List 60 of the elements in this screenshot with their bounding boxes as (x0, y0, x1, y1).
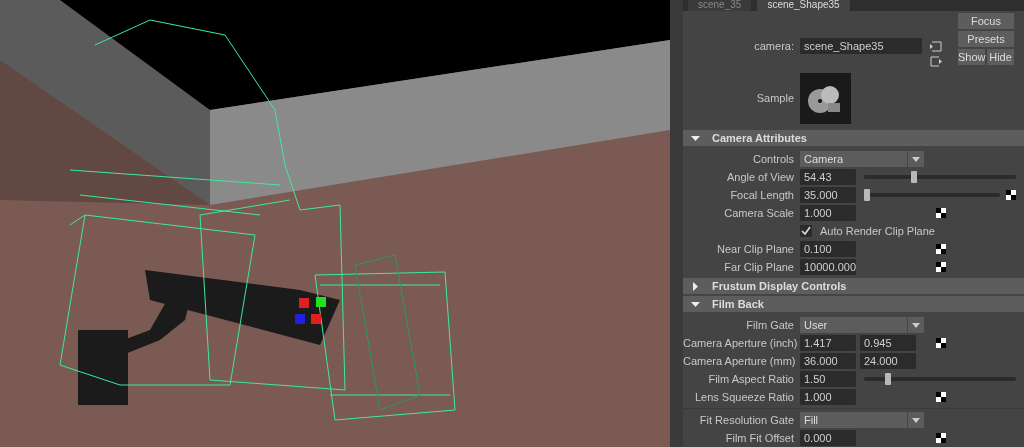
field-label: Camera Aperture (mm) (683, 353, 797, 369)
field-label: Lens Squeeze Ratio (693, 389, 795, 405)
number-field[interactable]: 0.100 (800, 241, 856, 257)
number-field[interactable]: 35.000 (800, 187, 856, 203)
field-label: Film Aspect Ratio (707, 371, 795, 387)
dropdown[interactable]: User (800, 317, 924, 333)
field-label: Near Clip Plane (715, 241, 795, 257)
number-field[interactable]: 0.945 (860, 335, 916, 351)
dropdown[interactable]: Camera (800, 151, 924, 167)
number-field[interactable]: 54.43 (800, 169, 856, 185)
section-header[interactable]: Camera Attributes (683, 130, 1024, 146)
section-header[interactable]: Film Back (683, 296, 1024, 312)
checker-map-icon[interactable] (936, 262, 946, 272)
field-label: Focal Length (729, 187, 795, 203)
number-field[interactable]: 10000.000 (800, 259, 856, 275)
number-field[interactable]: 0.000 (800, 430, 856, 446)
camera-field[interactable]: scene_Shape35 (800, 38, 922, 55)
sample-label: Sample (755, 91, 795, 107)
field-label: Film Fit Offset (724, 430, 795, 446)
slider-handle[interactable] (911, 171, 918, 183)
field-label: Fit Resolution Gate (698, 412, 795, 428)
number-field[interactable]: 1.417 (800, 335, 856, 351)
number-field[interactable]: 1.50 (800, 371, 856, 387)
checkbox-label: Auto Render Clip Plane (820, 223, 935, 239)
panel-button[interactable]: Show (958, 49, 985, 66)
field-label: Controls (752, 151, 795, 167)
checker-map-icon[interactable] (936, 433, 946, 443)
camera-label: camera: (753, 39, 795, 55)
field-label: Angle of View (725, 169, 795, 185)
section-title: Frustum Display Controls (712, 278, 847, 294)
number-field[interactable]: 1.000 (800, 205, 856, 221)
checkbox[interactable] (800, 225, 812, 237)
caret-icon (912, 417, 920, 423)
caret-icon (912, 322, 920, 328)
caret-icon (912, 156, 920, 162)
field-label: Camera Aperture (inch) (683, 335, 799, 351)
checker-map-icon[interactable] (936, 208, 946, 218)
field-label: Far Clip Plane (723, 259, 795, 275)
number-field[interactable]: 1.000 (800, 389, 856, 405)
checker-map-icon[interactable] (936, 392, 946, 402)
input-connection-icon[interactable] (930, 41, 942, 53)
field-label: Camera Scale (723, 205, 795, 221)
field-label: Film Gate (745, 317, 795, 333)
dropdown[interactable]: Fill (800, 412, 924, 428)
panel-button[interactable]: Focus (958, 13, 1014, 30)
section-title: Film Back (712, 296, 764, 312)
slider-handle[interactable] (863, 189, 870, 201)
checker-map-icon[interactable] (936, 338, 946, 348)
tab[interactable]: scene_Shape35 (757, 0, 850, 12)
panel-button[interactable]: Hide (987, 49, 1014, 66)
number-field[interactable]: 24.000 (860, 353, 916, 369)
panel-button[interactable]: Presets (958, 31, 1014, 48)
section-title: Camera Attributes (712, 130, 807, 146)
number-field[interactable]: 36.000 (800, 353, 856, 369)
camera-preview-icon (800, 72, 851, 124)
slider-handle[interactable] (885, 373, 892, 385)
checker-map-icon[interactable] (936, 244, 946, 254)
checker-map-icon[interactable] (1006, 190, 1016, 200)
section-header[interactable]: Frustum Display Controls (683, 278, 1024, 294)
output-connection-icon[interactable] (930, 56, 942, 68)
